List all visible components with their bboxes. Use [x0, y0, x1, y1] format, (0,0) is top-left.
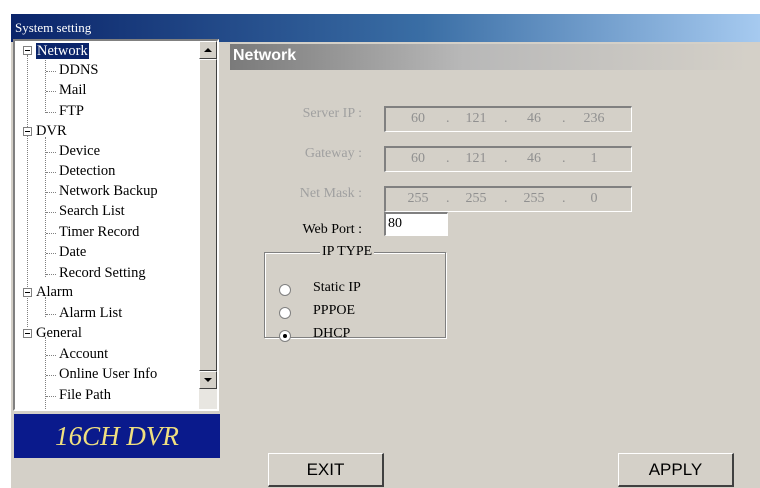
tree-scrollbar[interactable]: [199, 41, 217, 409]
tree-item-record-setting[interactable]: Record Setting: [59, 264, 146, 282]
dhcp-radio[interactable]: [279, 330, 291, 342]
net-mask-label: Net Mask :: [299, 186, 362, 201]
net-mask-field: 255 . 255 . 255 . 0: [384, 186, 632, 212]
web-port-label: Web Port :: [302, 222, 362, 237]
tree-item-file-path[interactable]: File Path: [59, 386, 111, 404]
logo-text: 16CH DVR: [55, 420, 179, 451]
net-mask-octet-1: 255: [407, 191, 429, 206]
arrow-up-icon: [204, 48, 212, 52]
tree-item-search-list[interactable]: Search List: [59, 202, 125, 220]
gateway-octet-4: 1: [590, 151, 598, 166]
gateway-field: 60 . 121 . 46 . 1: [384, 146, 632, 172]
tree-item-account[interactable]: Account: [59, 345, 108, 363]
server-ip-octet-1: 60: [411, 111, 425, 126]
scroll-down-button[interactable]: [199, 371, 217, 389]
tree-item-mail[interactable]: Mail: [59, 81, 86, 99]
scroll-up-button[interactable]: [199, 41, 217, 59]
exit-button[interactable]: EXIT: [268, 453, 384, 487]
net-mask-octet-2: 255: [465, 191, 487, 206]
panel-title: Network: [233, 47, 297, 64]
tree-item-network-backup[interactable]: Network Backup: [59, 182, 158, 200]
tree-item-network[interactable]: Network: [36, 42, 89, 60]
net-mask-octet-4: 0: [590, 191, 598, 206]
tree-item-device[interactable]: Device: [59, 142, 100, 160]
dvr-collapse-icon[interactable]: [23, 127, 32, 136]
tree-item-date[interactable]: Date: [59, 243, 86, 261]
panel-header: Network: [230, 44, 749, 70]
tree-item-ddns[interactable]: DDNS: [59, 61, 98, 79]
general-collapse-icon[interactable]: [23, 329, 32, 338]
static-ip-label[interactable]: Static IP: [313, 280, 361, 296]
net-mask-octet-3: 255: [523, 191, 545, 206]
tree-item-ftp[interactable]: FTP: [59, 102, 84, 120]
tree-item-dvr[interactable]: DVR: [36, 122, 67, 140]
gateway-label: Gateway :: [304, 146, 362, 161]
server-ip-octet-4: 236: [583, 111, 605, 126]
alarm-collapse-icon[interactable]: [23, 288, 32, 297]
network-collapse-icon[interactable]: [23, 46, 32, 55]
arrow-down-icon: [204, 378, 212, 382]
static-ip-radio[interactable]: [279, 284, 291, 296]
dvr-branch-line: [45, 137, 46, 277]
dvr-logo: 16CH DVR: [14, 414, 220, 458]
web-port-input[interactable]: 80: [384, 212, 448, 236]
apply-button[interactable]: APPLY: [618, 453, 734, 487]
gateway-octet-1: 60: [411, 151, 425, 166]
title-bar: System setting: [11, 14, 760, 42]
tree-item-timer-record[interactable]: Timer Record: [59, 223, 139, 241]
tree-item-alarm-list[interactable]: Alarm List: [59, 304, 122, 322]
tree-item-online-user-info[interactable]: Online User Info: [59, 365, 157, 383]
gateway-octet-2: 121: [465, 151, 487, 166]
network-branch-line: [45, 57, 46, 113]
server-ip-octet-3: 46: [527, 111, 541, 126]
server-ip-octet-2: 121: [465, 111, 487, 126]
tree-item-alarm[interactable]: Alarm: [36, 283, 73, 301]
tree-content: Network DDNS Mail FTP DVR Device Detecti…: [15, 41, 199, 409]
pppoe-label[interactable]: PPPOE: [313, 303, 355, 319]
dhcp-label[interactable]: DHCP: [313, 326, 350, 342]
tree-item-detection[interactable]: Detection: [59, 162, 115, 180]
pppoe-radio[interactable]: [279, 307, 291, 319]
tree-trunk-line: [27, 55, 28, 327]
scroll-thumb[interactable]: [199, 59, 217, 371]
tree-item-general[interactable]: General: [36, 324, 82, 342]
window-title: System setting: [15, 20, 92, 35]
server-ip-field: 60 . 121 . 46 . 236: [384, 106, 632, 132]
server-ip-label: Server IP :: [302, 106, 362, 121]
settings-tree: Network DDNS Mail FTP DVR Device Detecti…: [13, 39, 219, 411]
gateway-octet-3: 46: [527, 151, 541, 166]
general-branch-line: [45, 337, 46, 409]
ip-type-title: IP TYPE: [320, 244, 375, 260]
